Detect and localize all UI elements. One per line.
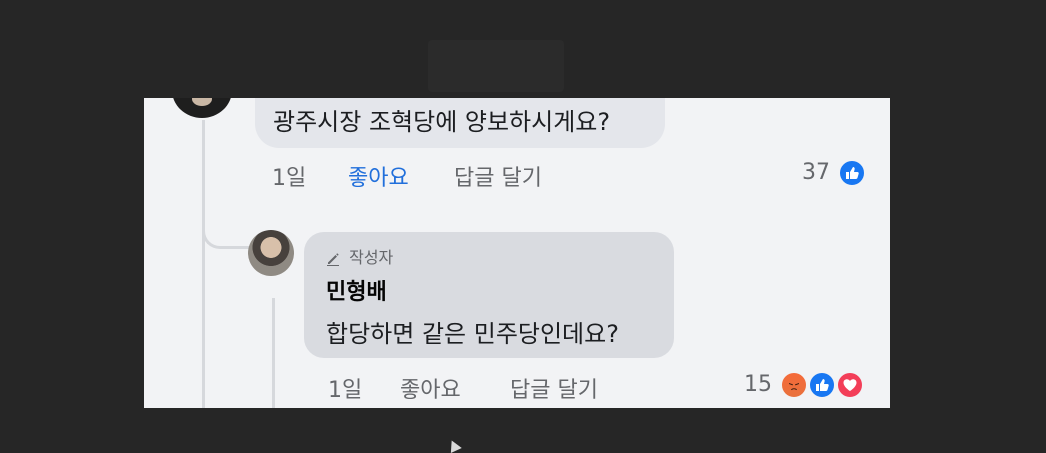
reply-reply-button[interactable]: 답글 달기: [510, 372, 598, 404]
reply-reaction-count[interactable]: 15: [744, 372, 772, 397]
comment-text: 광주시장 조혁당에 양보하시게요?: [273, 108, 611, 136]
author-badge-label: 작성자: [349, 248, 394, 267]
love-icon[interactable]: [836, 371, 864, 399]
author-name[interactable]: 민형배: [326, 274, 387, 306]
author-badge: 작성자: [326, 244, 393, 268]
like-icon[interactable]: [808, 371, 836, 399]
commenter-avatar[interactable]: [172, 98, 232, 118]
comment-bubble: 광주시장 조혁당에 양보하시게요?: [255, 98, 665, 148]
thread-connector: [202, 208, 253, 249]
reply-bubble: 작성자 민형배 합당하면 같은 민주당인데요?: [304, 232, 674, 358]
comment-thread-panel: 광주시장 조혁당에 양보하시게요? 1일 좋아요 답글 달기 37 작성자 민형…: [144, 98, 890, 408]
comment-reaction-count[interactable]: 37: [802, 160, 830, 185]
author-avatar[interactable]: [248, 230, 294, 276]
comment-time[interactable]: 1일: [272, 160, 306, 192]
pencil-icon: [327, 252, 339, 266]
comment-reply-button[interactable]: 답글 달기: [454, 160, 542, 192]
like-icon[interactable]: [838, 159, 866, 187]
thread-line: [202, 120, 205, 408]
background-title-bar: [428, 40, 564, 92]
reply-like-button[interactable]: 좋아요: [400, 372, 461, 404]
angry-icon[interactable]: [780, 371, 808, 399]
reply-thread-line: [272, 298, 275, 408]
reply-text: 합당하면 같은 민주당인데요?: [326, 320, 619, 348]
reply-time[interactable]: 1일: [328, 372, 362, 404]
comment-like-button[interactable]: 좋아요: [348, 160, 409, 192]
